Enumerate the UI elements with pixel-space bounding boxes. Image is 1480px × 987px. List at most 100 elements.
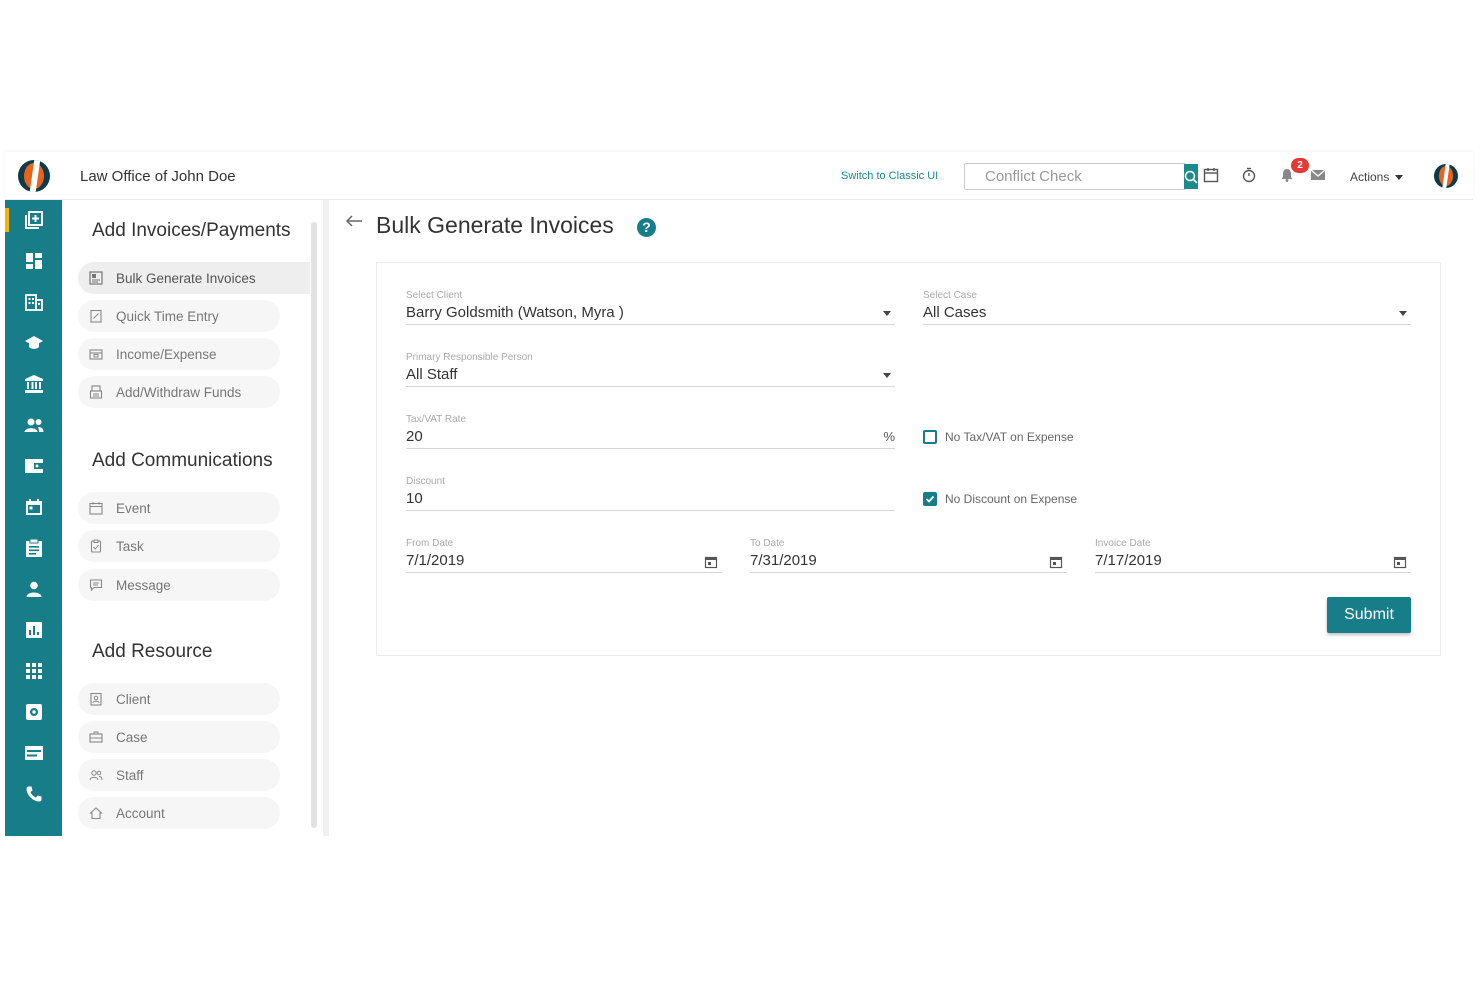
- switch-classic-ui-link[interactable]: Switch to Classic UI: [841, 170, 938, 182]
- select-client-label: Select Client: [406, 290, 463, 301]
- invoice-date-text: 7/17/2019: [1095, 552, 1162, 569]
- rail-office[interactable]: [5, 282, 62, 322]
- person-icon: [26, 581, 41, 597]
- submit-button[interactable]: Submit: [1327, 597, 1411, 633]
- firm-name: Law Office of John Doe: [80, 168, 236, 185]
- responsible-person-field[interactable]: Primary Responsible Person All Staff: [406, 352, 895, 387]
- select-client-value[interactable]: Barry Goldsmith (Watson, Myra ): [406, 303, 895, 325]
- discount-field[interactable]: Discount 10: [406, 476, 895, 511]
- menu-label: Task: [116, 538, 144, 554]
- invoice-date-input[interactable]: 7/17/2019: [1095, 551, 1411, 573]
- rail-analytics[interactable]: [5, 610, 62, 650]
- office-building-icon: [24, 294, 43, 311]
- logo-box[interactable]: [5, 152, 62, 200]
- task-icon: [88, 538, 104, 554]
- responsible-person-label: Primary Responsible Person: [406, 352, 533, 363]
- dashboard-icon: [25, 253, 42, 269]
- to-date-field[interactable]: To Date 7/31/2019: [750, 538, 1067, 573]
- app-window: Law Office of John Doe Switch to Classic…: [5, 152, 1473, 836]
- menu-label: Add/Withdraw Funds: [116, 384, 242, 400]
- menu-event[interactable]: Event: [78, 492, 280, 524]
- search-button[interactable]: [1184, 164, 1198, 189]
- menu-label: Bulk Generate Invoices: [116, 270, 256, 286]
- dropdown-caret-icon: [883, 311, 891, 316]
- tax-rate-field[interactable]: Tax/VAT Rate 20%: [406, 414, 895, 449]
- rail-apps[interactable]: [5, 651, 62, 691]
- settings-box-icon: [25, 704, 42, 720]
- no-discount-label: No Discount on Expense: [945, 492, 1078, 506]
- checkbox-empty-icon: [923, 430, 937, 444]
- responsible-person-text: All Staff: [406, 366, 458, 383]
- calendar-icon: [25, 499, 42, 515]
- invoice-icon: [88, 270, 104, 286]
- menu-message[interactable]: Message: [78, 569, 280, 601]
- menu-label: Event: [116, 500, 151, 516]
- discount-text: 10: [406, 490, 423, 507]
- time-entry-icon: [88, 308, 104, 324]
- tax-rate-label: Tax/VAT Rate: [406, 414, 467, 425]
- date-picker-icon[interactable]: [1393, 555, 1407, 569]
- select-case-value[interactable]: All Cases: [923, 303, 1411, 325]
- rail-phone[interactable]: [5, 774, 62, 814]
- add-record-icon: [24, 211, 43, 229]
- rail-bank[interactable]: [5, 364, 62, 404]
- conflict-check-input[interactable]: [965, 164, 1184, 189]
- tax-rate-input[interactable]: 20%: [406, 427, 895, 449]
- rail-wallet[interactable]: [5, 446, 62, 486]
- to-date-input[interactable]: 7/31/2019: [750, 551, 1067, 573]
- no-tax-checkbox[interactable]: No Tax/VAT on Expense: [923, 430, 1074, 444]
- menu-add-withdraw-funds[interactable]: Add/Withdraw Funds: [78, 376, 280, 408]
- rail-calendar[interactable]: [5, 487, 62, 527]
- mail-icon[interactable]: [1308, 165, 1328, 185]
- rail-add-record[interactable]: [5, 200, 62, 240]
- to-date-label: To Date: [750, 538, 785, 549]
- menu-client[interactable]: Client: [78, 683, 280, 715]
- from-date-field[interactable]: From Date 7/1/2019: [406, 538, 722, 573]
- tax-rate-text: 20: [406, 428, 423, 445]
- no-discount-checkbox[interactable]: No Discount on Expense: [923, 492, 1077, 506]
- section-title-invoices: Add Invoices/Payments: [92, 220, 291, 241]
- rail-person[interactable]: [5, 569, 62, 609]
- rail-card[interactable]: [5, 733, 62, 773]
- menu-quick-time-entry[interactable]: Quick Time Entry: [78, 300, 280, 332]
- menu-account[interactable]: Account: [78, 797, 280, 829]
- help-icon[interactable]: ?: [637, 218, 656, 237]
- rail-contacts[interactable]: [5, 405, 62, 445]
- select-case-field[interactable]: Select Case All Cases: [923, 290, 1411, 325]
- message-icon: [88, 577, 104, 593]
- discount-input[interactable]: 10: [406, 489, 895, 511]
- rail-education[interactable]: [5, 323, 62, 363]
- section-title-resource: Add Resource: [92, 641, 213, 662]
- menu-case[interactable]: Case: [78, 721, 280, 753]
- rail-dashboard[interactable]: [5, 241, 62, 281]
- back-arrow-icon[interactable]: [345, 214, 365, 230]
- select-client-field[interactable]: Select Client Barry Goldsmith (Watson, M…: [406, 290, 895, 325]
- timer-icon[interactable]: [1239, 165, 1259, 185]
- menu-bulk-generate-invoices[interactable]: Bulk Generate Invoices: [78, 262, 310, 294]
- event-calendar-icon: [88, 500, 104, 516]
- from-date-input[interactable]: 7/1/2019: [406, 551, 722, 573]
- responsible-person-value[interactable]: All Staff: [406, 365, 895, 387]
- conflict-check-search: [964, 163, 1198, 190]
- rail-settings[interactable]: [5, 692, 62, 732]
- menu-income-expense[interactable]: Income/Expense: [78, 338, 280, 370]
- rail-tasks[interactable]: [5, 528, 62, 568]
- section-title-communications: Add Communications: [92, 450, 273, 471]
- dropdown-caret-icon: [1399, 311, 1407, 316]
- date-picker-icon[interactable]: [704, 555, 718, 569]
- menu-staff[interactable]: Staff: [78, 759, 280, 791]
- quick-add-panel: Add Invoices/Payments Bulk Generate Invo…: [62, 200, 327, 836]
- page-title: Bulk Generate Invoices: [376, 212, 614, 238]
- caret-down-icon: [1395, 175, 1404, 181]
- panel-scrollbar[interactable]: [311, 222, 317, 828]
- top-bar: Law Office of John Doe Switch to Classic…: [5, 152, 1473, 200]
- calendar-icon[interactable]: [1201, 165, 1221, 185]
- invoice-date-field[interactable]: Invoice Date 7/17/2019: [1095, 538, 1411, 573]
- menu-label: Client: [116, 691, 151, 707]
- client-icon: [88, 691, 104, 707]
- menu-label: Income/Expense: [116, 346, 217, 362]
- user-avatar[interactable]: [1434, 164, 1458, 188]
- menu-task[interactable]: Task: [78, 530, 280, 562]
- actions-dropdown[interactable]: Actions: [1350, 170, 1404, 184]
- date-picker-icon[interactable]: [1049, 555, 1063, 569]
